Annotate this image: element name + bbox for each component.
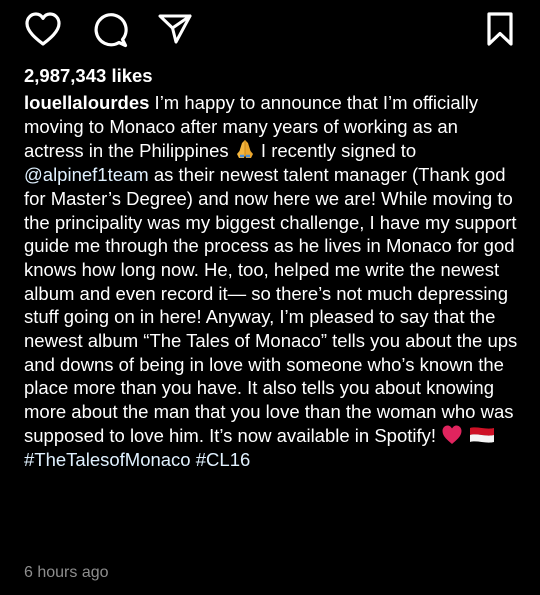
caption-text-3: as their newest talent manager (Thank go…	[24, 164, 518, 446]
hashtag-link[interactable]: #TheTalesofMonaco	[24, 449, 191, 470]
caption-text-2: I recently signed to	[255, 140, 417, 162]
post-caption: louellalourdes I’m happy to announce tha…	[24, 91, 522, 471]
share-button[interactable]	[157, 11, 193, 47]
like-count[interactable]: 2,987,343 likes	[24, 62, 153, 89]
heart-outline-icon	[25, 12, 61, 46]
folded-hands-emoji	[234, 138, 256, 160]
save-button[interactable]	[484, 11, 516, 49]
post-timestamp: 6 hours ago	[24, 564, 109, 581]
comment-button[interactable]	[91, 11, 129, 49]
red-heart-emoji	[441, 424, 463, 445]
hashtag-link[interactable]: #CL16	[196, 449, 251, 470]
like-button[interactable]	[24, 11, 62, 47]
post-action-bar	[0, 0, 540, 62]
paper-plane-icon	[158, 14, 192, 44]
bookmark-icon	[487, 12, 513, 46]
monaco-flag-emoji	[468, 425, 496, 445]
comment-bubble-icon	[94, 13, 128, 48]
caption-username[interactable]: louellalourdes	[24, 92, 149, 113]
mention-link[interactable]: @alpinef1team	[24, 164, 149, 185]
